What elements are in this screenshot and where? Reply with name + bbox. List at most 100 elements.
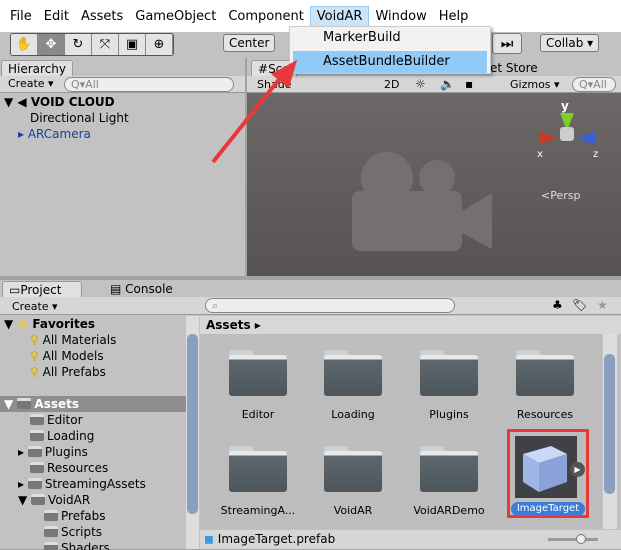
prefab-thumbnail[interactable]: [515, 436, 577, 498]
rect-icon[interactable]: ▣: [119, 34, 146, 55]
folder-icon[interactable]: [229, 350, 287, 396]
menu-item-assetbundlebuilder[interactable]: AssetBundleBuilder: [293, 51, 487, 73]
gizmos-dropdown[interactable]: Gizmos ▾: [510, 78, 560, 91]
highlight-box: ▶ ImageTarget: [507, 429, 589, 518]
folder-icon[interactable]: [229, 446, 287, 492]
tree-folder[interactable]: ▸ StreamingAssets: [0, 476, 186, 492]
2d-toggle[interactable]: 2D: [384, 78, 399, 91]
grid-scrollbar[interactable]: [603, 334, 617, 529]
menu-gameobject[interactable]: GameObject: [129, 7, 222, 26]
item-label: Assets: [34, 397, 79, 411]
hand-icon[interactable]: ✋: [11, 34, 38, 55]
project-tree: ▼ ★ Favorites ⚲ All Materials ⚲ All Mode…: [0, 316, 186, 550]
menu-edit[interactable]: Edit: [38, 7, 75, 26]
filter-type-icon[interactable]: ♣: [552, 298, 563, 312]
asset-grid: Editor Loading Plugins Resources Streami…: [200, 334, 602, 529]
tree-item[interactable]: ▸ ARCamera: [18, 127, 91, 141]
item-label: VoidAR: [48, 493, 91, 507]
item-label: All Materials: [42, 333, 117, 347]
asset-label[interactable]: Plugins: [401, 408, 497, 421]
menu-assets[interactable]: Assets: [75, 7, 129, 26]
icon-size-slider[interactable]: [548, 534, 598, 544]
axis-x-label: x: [537, 149, 543, 160]
scene-root[interactable]: ▼ ◀ VOID CLOUD: [4, 95, 115, 109]
tree-folder[interactable]: Prefabs: [0, 508, 186, 524]
asset-label[interactable]: StreamingA...: [210, 504, 306, 517]
collab-label: Collab ▾: [546, 36, 594, 50]
breadcrumb[interactable]: Assets ▸: [200, 316, 621, 334]
tab-hierarchy[interactable]: Hierarchy: [1, 60, 74, 76]
favorite-item[interactable]: ⚲ All Prefabs: [0, 364, 186, 380]
collab-button[interactable]: Collab ▾: [540, 34, 600, 52]
item-label: Prefabs: [61, 509, 106, 523]
project-search[interactable]: ⌕: [205, 298, 455, 313]
favorite-item[interactable]: ⚲ All Materials: [0, 332, 186, 348]
voidar-dropdown: MarkerBuild AssetBundleBuilder: [289, 26, 491, 74]
item-label: Loading: [47, 429, 95, 443]
annotation-arrow: [211, 60, 297, 164]
item-label: Plugins: [44, 445, 88, 459]
create-button[interactable]: Create ▾: [8, 77, 54, 90]
asset-label[interactable]: Loading: [305, 408, 401, 421]
pivot-button[interactable]: Center: [223, 34, 276, 52]
item-label: All Prefabs: [42, 365, 106, 379]
scene-gizmo[interactable]: [539, 113, 595, 153]
rotate-icon[interactable]: ↻: [65, 34, 92, 55]
tab-project[interactable]: ▭ Project: [2, 281, 82, 297]
tab-asset-store[interactable]: et Store: [490, 61, 538, 75]
scene-name: VOID CLOUD: [30, 95, 115, 109]
menu-item-markerbuild[interactable]: MarkerBuild: [290, 27, 490, 49]
tab-label: Project: [20, 282, 62, 297]
create-button[interactable]: Create ▾: [12, 300, 58, 313]
cube-icon: [523, 446, 567, 492]
item-label: ARCamera: [27, 127, 91, 141]
move-icon[interactable]: ✥: [38, 34, 65, 55]
project-panel: ▭ Project ▤ Console Create ▾ ⌕ ♣ 🏷 ★ ▼ ★…: [0, 280, 621, 550]
folder-icon[interactable]: [516, 350, 574, 396]
scale-icon[interactable]: ⤧: [92, 34, 119, 55]
tree-folder[interactable]: Scripts: [0, 524, 186, 540]
expand-prefab-icon[interactable]: ▶: [570, 462, 585, 477]
prefab-icon: ◼: [204, 532, 214, 546]
audio-icon[interactable]: 🔈: [440, 77, 455, 91]
favorites-header[interactable]: ▼ ★ Favorites: [0, 316, 186, 332]
asset-label[interactable]: Resources: [497, 408, 593, 421]
transform-icon[interactable]: ⊕: [146, 34, 173, 55]
tree-folder[interactable]: Loading: [0, 428, 186, 444]
menu-help[interactable]: Help: [433, 7, 475, 26]
persp-label[interactable]: <Persp: [541, 189, 580, 202]
favorites-label: Favorites: [32, 317, 96, 331]
tree-item[interactable]: Directional Light: [30, 111, 129, 125]
tree-folder[interactable]: Resources: [0, 460, 186, 476]
menu-file[interactable]: File: [4, 7, 38, 26]
menu-voidar[interactable]: VoidAR: [309, 5, 370, 27]
item-label: Editor: [47, 413, 83, 427]
tree-folder[interactable]: Editor: [0, 412, 186, 428]
image-effects-icon[interactable]: ▪: [465, 77, 473, 91]
favorite-star-icon[interactable]: ★: [597, 298, 608, 312]
folder-icon[interactable]: [420, 350, 478, 396]
selected-asset-label[interactable]: ImageTarget: [511, 502, 585, 516]
item-label: All Models: [42, 349, 104, 363]
folder-icon[interactable]: [324, 350, 382, 396]
menu-component[interactable]: Component: [222, 7, 309, 26]
tree-folder[interactable]: ▸ Plugins: [0, 444, 186, 460]
asset-label[interactable]: VoidAR: [305, 504, 401, 517]
item-label: Resources: [47, 461, 109, 475]
step-button[interactable]: ⏭: [492, 33, 522, 54]
tree-scrollbar[interactable]: [186, 316, 199, 549]
menu-window[interactable]: Window: [369, 7, 432, 26]
asset-label[interactable]: VoidARDemo: [401, 504, 497, 517]
tab-console[interactable]: ▤ Console: [110, 282, 173, 296]
assets-root[interactable]: ▼ Assets: [0, 396, 186, 412]
favorite-item[interactable]: ⚲ All Models: [0, 348, 186, 364]
asset-label[interactable]: Editor: [210, 408, 306, 421]
pivot-label: Center: [229, 36, 270, 50]
folder-icon[interactable]: [324, 446, 382, 492]
light-icon[interactable]: ☼: [415, 77, 426, 91]
folder-icon[interactable]: [420, 446, 478, 492]
tree-folder[interactable]: ▼ VoidAR: [0, 492, 186, 508]
scene-search[interactable]: Q▾All: [572, 77, 616, 92]
filter-label-icon[interactable]: 🏷: [572, 298, 587, 312]
item-label: StreamingAssets: [44, 477, 146, 491]
